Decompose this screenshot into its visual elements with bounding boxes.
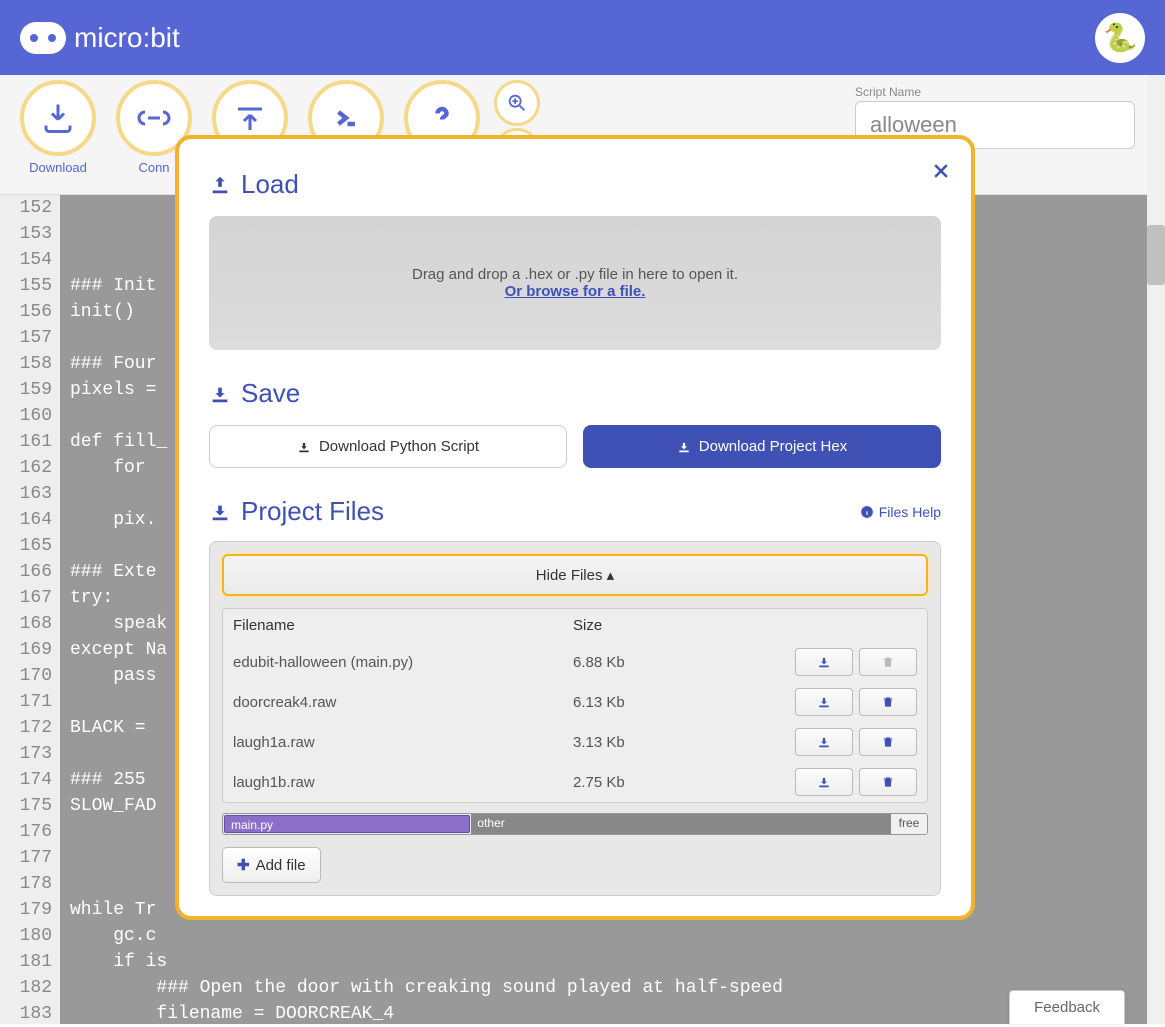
download-icon: [817, 735, 831, 749]
file-row: laugh1a.raw3.13 Kb: [223, 722, 927, 762]
delete-file-button[interactable]: [859, 768, 917, 796]
file-table-header: Filename Size: [223, 609, 927, 642]
caret-up-icon: ▴: [607, 567, 615, 584]
scroll-thumb[interactable]: [1147, 225, 1165, 285]
feedback-button[interactable]: Feedback: [1009, 990, 1125, 1024]
file-size: 3.13 Kb: [573, 734, 795, 751]
download-file-button[interactable]: [795, 728, 853, 756]
download-file-button[interactable]: [795, 768, 853, 796]
app-header: micro:bit 🐍: [0, 0, 1165, 75]
zoom-in-icon: [506, 92, 528, 114]
close-button[interactable]: [931, 157, 951, 188]
python-icon: 🐍: [1103, 21, 1138, 54]
download-file-button[interactable]: [795, 688, 853, 716]
trash-icon: [881, 695, 895, 709]
brand-text: micro:bit: [74, 22, 180, 54]
trash-icon: [881, 735, 895, 749]
trash-icon: [881, 655, 895, 669]
download-icon: [297, 440, 311, 454]
download-icon: [209, 501, 231, 523]
plus-icon: ✚: [237, 856, 250, 874]
upload-icon: [209, 174, 231, 196]
storage-main-segment: main.py: [224, 815, 470, 833]
file-size: 6.13 Kb: [573, 694, 795, 711]
file-size: 6.88 Kb: [573, 654, 795, 671]
file-name: laugh1b.raw: [233, 774, 573, 791]
download-icon: [677, 440, 691, 454]
file-name: doorcreak4.raw: [233, 694, 573, 711]
download-icon: [817, 775, 831, 789]
python-logo[interactable]: 🐍: [1095, 13, 1145, 63]
load-save-icon: [232, 100, 268, 136]
load-section-header: Load: [209, 169, 941, 200]
download-hex-button[interactable]: Download Project Hex: [583, 425, 941, 468]
delete-file-button: [859, 648, 917, 676]
download-python-button[interactable]: Download Python Script: [209, 425, 567, 468]
download-file-button[interactable]: [795, 648, 853, 676]
terminal-icon: [328, 100, 364, 136]
file-row: doorcreak4.raw6.13 Kb: [223, 682, 927, 722]
download-button[interactable]: Download: [20, 80, 96, 175]
browse-file-link[interactable]: Or browse for a file.: [505, 283, 646, 300]
trash-icon: [881, 775, 895, 789]
download-icon: [209, 383, 231, 405]
line-gutter: 1521531541551561571581591601611621631641…: [0, 195, 60, 1024]
save-section-header: Save: [209, 378, 941, 409]
storage-free-segment: free: [891, 814, 927, 834]
files-help-link[interactable]: Files Help: [860, 504, 941, 520]
file-size: 2.75 Kb: [573, 774, 795, 791]
file-row: laugh1b.raw2.75 Kb: [223, 762, 927, 802]
zoom-in-button[interactable]: [494, 80, 540, 126]
storage-other-segment: other: [471, 814, 891, 834]
vertical-scrollbar[interactable]: [1147, 75, 1165, 1024]
delete-file-button[interactable]: [859, 728, 917, 756]
download-icon: [817, 695, 831, 709]
project-files-header: Project Files: [209, 496, 384, 527]
file-row: edubit-halloween (main.py)6.88 Kb: [223, 642, 927, 682]
close-icon: [931, 161, 951, 181]
file-name: edubit-halloween (main.py): [233, 654, 573, 671]
download-icon: [817, 655, 831, 669]
connect-icon: [136, 100, 172, 136]
file-dropzone[interactable]: Drag and drop a .hex or .py file in here…: [209, 216, 941, 350]
hide-files-toggle[interactable]: Hide Files ▴: [222, 554, 928, 596]
info-icon: [860, 505, 874, 519]
load-save-modal: Load Drag and drop a .hex or .py file in…: [175, 135, 975, 920]
file-table: Filename Size edubit-halloween (main.py)…: [222, 608, 928, 803]
file-name: laugh1a.raw: [233, 734, 573, 751]
add-file-button[interactable]: ✚ Add file: [222, 847, 321, 883]
brand-logo: micro:bit: [20, 22, 180, 54]
download-icon: [40, 100, 76, 136]
storage-usage-bar: main.py other free: [222, 813, 928, 835]
delete-file-button[interactable]: [859, 688, 917, 716]
help-icon: [424, 100, 460, 136]
project-files-panel: Hide Files ▴ Filename Size edubit-hallow…: [209, 541, 941, 896]
microbit-icon: [20, 22, 66, 54]
